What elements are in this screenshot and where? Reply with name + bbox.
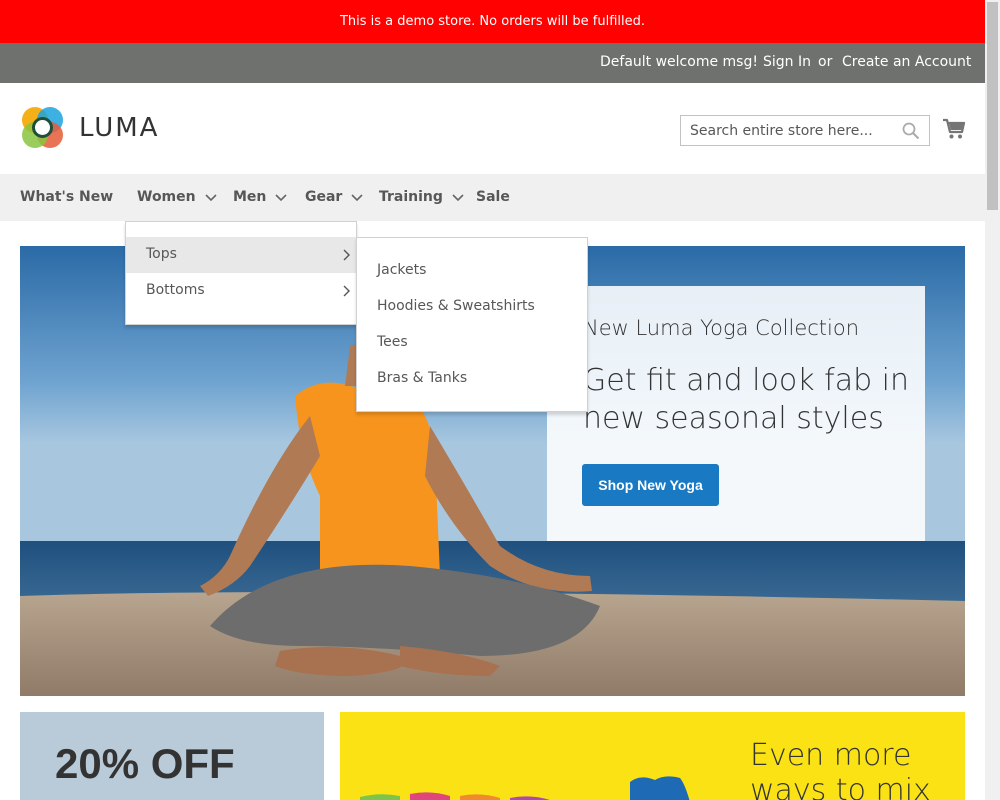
nav-item-label: Men [233, 189, 267, 205]
submenu-item-jackets[interactable]: Jackets [377, 262, 426, 278]
promo-block-discount[interactable]: 20% OFF [20, 712, 324, 800]
nav-item-gear[interactable]: Gear [305, 189, 363, 205]
submenu-item-tops[interactable]: Tops [126, 237, 356, 273]
chevron-down-icon [452, 194, 464, 202]
tops-submenu: Jackets Hoodies & Sweatshirts Tees Bras … [356, 237, 588, 412]
nav-item-training[interactable]: Training [379, 189, 464, 205]
hero-subtitle: New Luma Yoga Collection [583, 316, 860, 340]
cart-icon[interactable] [942, 117, 966, 141]
chevron-down-icon [205, 194, 217, 202]
submenu-item-bottoms[interactable]: Bottoms [126, 273, 356, 309]
submenu-item-tees[interactable]: Tees [377, 334, 408, 350]
demo-notice-text: This is a demo store. No orders will be … [339, 14, 646, 29]
nav-item-women[interactable]: Women [137, 189, 217, 205]
main-navigation: What's New Women Men Gear Training Sale [0, 174, 985, 221]
or-separator: or [818, 54, 833, 70]
promo-discount-text: 20% OFF [55, 740, 235, 787]
women-submenu: Tops Bottoms [125, 221, 357, 325]
promo-mix-text: Even more ways to mix [750, 738, 931, 800]
nav-item-label: What's New [20, 189, 114, 205]
submenu-item-label: Tops [146, 246, 177, 262]
search-icon[interactable] [902, 122, 920, 140]
nav-item-men[interactable]: Men [233, 189, 287, 205]
chevron-right-icon [343, 285, 350, 297]
nav-item-label: Gear [305, 189, 343, 205]
search-box [680, 115, 930, 146]
sign-in-link[interactable]: Sign In [763, 54, 811, 70]
logo[interactable]: LUMA [20, 105, 159, 150]
page-scrollbar[interactable] [985, 0, 1000, 800]
site-header: LUMA [0, 83, 985, 174]
nav-item-label: Training [379, 189, 443, 205]
logo-text: LUMA [79, 112, 160, 143]
luma-logo-icon [20, 105, 65, 150]
welcome-message: Default welcome msg! [600, 54, 758, 70]
search-input[interactable] [681, 116, 896, 145]
submenu-item-bras-tanks[interactable]: Bras & Tanks [377, 370, 467, 386]
chevron-down-icon [275, 194, 287, 202]
panel-header: Default welcome msg! Sign In or Create a… [0, 43, 985, 83]
shop-new-yoga-button[interactable]: Shop New Yoga [582, 464, 719, 506]
demo-store-notice: This is a demo store. No orders will be … [0, 0, 985, 43]
nav-item-sale[interactable]: Sale [476, 189, 510, 205]
chevron-down-icon [351, 194, 363, 202]
promo-block-mix[interactable]: Even more ways to mix [340, 712, 965, 800]
nav-item-whats-new[interactable]: What's New [20, 189, 113, 205]
nav-item-label: Sale [476, 189, 510, 205]
scrollbar-thumb[interactable] [987, 2, 998, 210]
hero-title: Get fit and look fab in new seasonal sty… [583, 363, 910, 436]
nav-item-label: Women [137, 189, 196, 205]
hero-content-box: New Luma Yoga Collection Get fit and loo… [547, 286, 925, 541]
submenu-item-hoodies-sweatshirts[interactable]: Hoodies & Sweatshirts [377, 298, 535, 314]
create-account-link[interactable]: Create an Account [842, 54, 971, 70]
chevron-right-icon [343, 249, 350, 261]
submenu-item-label: Bottoms [146, 282, 205, 298]
